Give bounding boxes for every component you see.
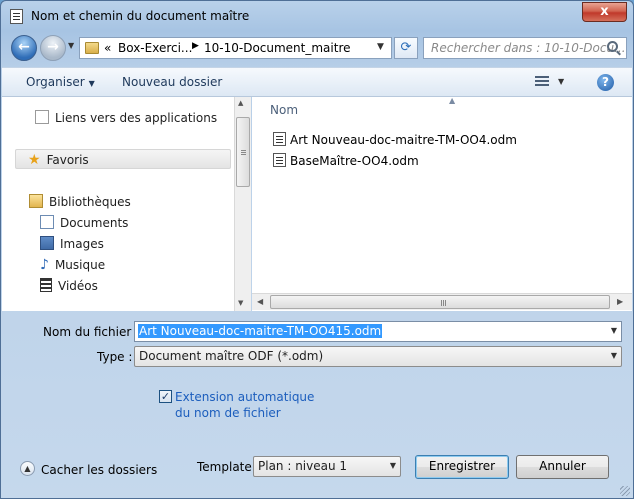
nav-item-app-links[interactable]: Liens vers des applications	[35, 110, 217, 125]
document-icon	[35, 110, 49, 124]
help-icon[interactable]: ?	[597, 74, 614, 91]
file-item[interactable]: Art Nouveau-doc-maitre-TM-OO4.odm	[273, 132, 517, 147]
chevron-down-icon: ▼	[88, 79, 95, 88]
search-placeholder: Rechercher dans : 10-10-Docu...	[431, 41, 626, 55]
new-folder-button[interactable]: Nouveau dossier	[122, 75, 222, 89]
grip-icon	[441, 300, 442, 306]
type-value: Document maître ODF (*.odm)	[139, 349, 324, 363]
nav-item-label: Vidéos	[58, 279, 98, 293]
arrow-right-icon: →	[47, 39, 59, 55]
template-label: Template	[197, 460, 252, 474]
close-button[interactable]: x	[582, 2, 627, 22]
refresh-icon: ⟳	[400, 40, 412, 55]
resize-grip-icon[interactable]	[620, 486, 630, 496]
horizontal-scrollbar[interactable]: ◀ ▶	[252, 293, 632, 310]
file-list: Nom ▲ Art Nouveau-doc-maitre-TM-OO4.odm …	[252, 96, 632, 311]
filename-value: Art Nouveau-doc-maitre-TM-OO415.odm	[138, 324, 383, 338]
scroll-thumb[interactable]	[236, 117, 250, 187]
type-select[interactable]: Document maître ODF (*.odm) ▼	[134, 346, 622, 367]
template-select[interactable]: Plan : niveau 1 ▼	[253, 456, 401, 477]
images-icon	[40, 236, 54, 250]
library-icon	[29, 194, 43, 208]
nav-item-label: Liens vers des applications	[55, 111, 218, 125]
save-button[interactable]: Enregistrer	[415, 455, 509, 479]
auto-extension-label[interactable]: Extension automatique du nom de fichier	[175, 389, 315, 421]
filename-label: Nom du fichier :	[43, 325, 140, 339]
music-icon: ♪	[40, 257, 49, 273]
template-value: Plan : niveau 1	[258, 459, 348, 473]
cancel-button[interactable]: Annuler	[516, 455, 609, 479]
nav-item-videos[interactable]: Vidéos	[40, 278, 98, 293]
scroll-down-icon[interactable]: ▼	[238, 299, 243, 307]
collapse-up-icon[interactable]: ▲	[20, 461, 35, 476]
forward-button[interactable]: →	[40, 35, 66, 61]
nav-item-label: Favoris	[46, 153, 89, 167]
scroll-up-icon[interactable]: ▲	[238, 99, 243, 107]
chevron-down-icon[interactable]: ▼	[377, 42, 384, 52]
scroll-left-icon[interactable]: ◀	[257, 297, 263, 306]
chevron-down-icon[interactable]: ▼	[611, 326, 617, 335]
column-header-name[interactable]: Nom	[270, 103, 298, 117]
star-icon: ★	[28, 152, 41, 168]
title-bar: Nom et chemin du document maître x	[1, 1, 633, 31]
nav-item-libraries[interactable]: Bibliothèques	[29, 194, 131, 209]
hide-folders-button[interactable]: Cacher les dossiers	[41, 463, 157, 477]
chevron-down-icon[interactable]: ▼	[558, 77, 564, 86]
documents-icon	[40, 215, 54, 229]
auto-extension-checkbox[interactable]: ✓	[159, 390, 172, 403]
folder-icon	[85, 42, 99, 54]
toolbar: Organiser ▼ Nouveau dossier ▼ ?	[2, 67, 632, 97]
document-icon	[10, 9, 23, 24]
nav-item-documents[interactable]: Documents	[40, 215, 128, 230]
organize-label: Organiser	[26, 75, 85, 89]
nav-item-favorites[interactable]: ★ Favoris	[15, 149, 231, 169]
master-document-icon	[273, 153, 286, 167]
breadcrumb-overflow[interactable]: «	[104, 41, 111, 55]
refresh-button[interactable]: ⟳	[394, 37, 418, 59]
file-name: BaseMaître-OO4.odm	[290, 154, 419, 168]
video-icon	[40, 278, 52, 292]
nav-item-images[interactable]: Images	[40, 236, 104, 251]
sort-up-icon: ▲	[449, 96, 456, 105]
organize-button[interactable]: Organiser ▼	[26, 75, 95, 89]
nav-item-label: Musique	[54, 258, 106, 272]
views-icon[interactable]	[535, 76, 549, 88]
search-icon[interactable]	[607, 41, 618, 52]
chevron-down-icon: ▼	[610, 351, 617, 360]
filename-input[interactable]: Art Nouveau-doc-maitre-TM-OO415.odm ▼	[134, 321, 622, 342]
nav-item-label: Bibliothèques	[49, 195, 131, 209]
scroll-thumb[interactable]	[270, 295, 610, 309]
back-button[interactable]: ←	[11, 35, 37, 61]
address-bar[interactable]: « Box-Exerci... ▶ 10-10-Document_maitre …	[79, 37, 392, 59]
history-dropdown-icon[interactable]: ▼	[68, 41, 74, 50]
search-input[interactable]: Rechercher dans : 10-10-Docu...	[423, 37, 627, 59]
chevron-right-icon[interactable]: ▶	[192, 41, 199, 51]
grip-icon	[241, 150, 246, 151]
type-label: Type :	[97, 350, 133, 364]
nav-item-label: Documents	[60, 216, 129, 230]
master-document-icon	[273, 132, 286, 146]
breadcrumb-item[interactable]: Box-Exerci...	[118, 41, 192, 55]
arrow-left-icon: ←	[18, 39, 30, 55]
nav-item-music[interactable]: ♪ Musique	[40, 257, 106, 273]
scroll-right-icon[interactable]: ▶	[617, 297, 623, 306]
save-dialog: Nom et chemin du document maître x ← → ▼…	[0, 0, 634, 499]
file-item[interactable]: BaseMaître-OO4.odm	[273, 153, 419, 168]
breadcrumb-item[interactable]: 10-10-Document_maitre	[204, 41, 351, 55]
nav-scrollbar[interactable]: ▲ ▼	[234, 97, 251, 311]
file-name: Art Nouveau-doc-maitre-TM-OO4.odm	[290, 133, 517, 147]
chevron-down-icon: ▼	[389, 461, 396, 470]
nav-item-label: Images	[60, 237, 104, 251]
window-title: Nom et chemin du document maître	[31, 9, 250, 23]
